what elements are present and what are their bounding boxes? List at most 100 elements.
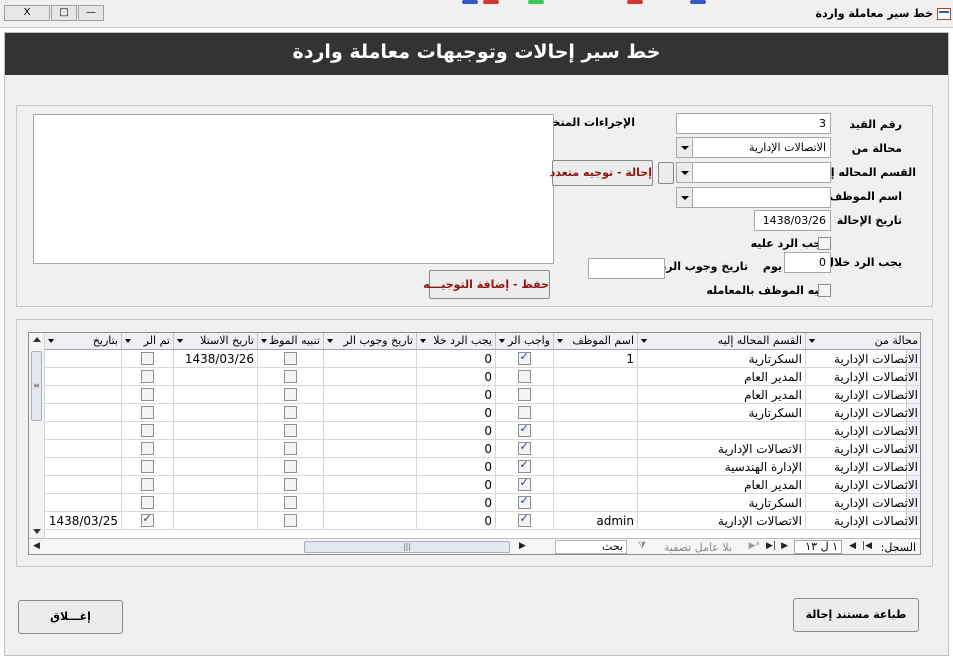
cell-due-date[interactable] [324, 404, 417, 422]
cell-received-date[interactable]: 1438/03/26 [174, 350, 258, 368]
cell-from[interactable]: الاتصالات الإدارية [806, 422, 920, 440]
column-header-received-date[interactable]: تاريخ الاستلا [174, 333, 258, 350]
cell-from[interactable]: الاتصالات الإدارية [806, 476, 920, 494]
referred-to-dept-combo[interactable] [676, 162, 831, 183]
first-record-icon[interactable]: |◀ [862, 541, 872, 551]
window-minimize-button[interactable]: — [78, 5, 104, 21]
cell-from[interactable]: الاتصالات الإدارية [806, 440, 920, 458]
cell-from[interactable]: الاتصالات الإدارية [806, 458, 920, 476]
cell-reply-within[interactable]: 0 [417, 422, 496, 440]
cell-reply-within[interactable]: 0 [417, 476, 496, 494]
must-reply-checkbox[interactable] [517, 370, 531, 383]
vertical-scrollbar[interactable]: ≡ [29, 333, 45, 538]
sort-chevron-icon[interactable] [261, 339, 267, 343]
next-record-icon[interactable]: ▶ [781, 541, 788, 551]
search-field[interactable]: بحث [555, 540, 627, 554]
cell-reply-within[interactable]: 0 [417, 386, 496, 404]
cell-received-date[interactable] [174, 494, 258, 512]
reply-within-field[interactable]: 0 [784, 252, 831, 273]
cell-on-date[interactable]: 1438/03/25 [45, 512, 122, 530]
cell-reply-within[interactable]: 0 [417, 440, 496, 458]
column-header-reply-within[interactable]: يجب الرد خلا [417, 333, 496, 350]
cell-due-date[interactable] [324, 476, 417, 494]
window-close-button[interactable]: X [4, 5, 50, 21]
column-header-employee[interactable]: اسم الموظف [554, 333, 638, 350]
cell-dept[interactable]: السكرتارية [638, 494, 806, 512]
window-maximize-button[interactable]: □ [51, 5, 77, 21]
done-checkbox[interactable] [140, 424, 154, 437]
cell-on-date[interactable] [45, 422, 122, 440]
cell-due-date[interactable] [324, 440, 417, 458]
cell-from[interactable]: الاتصالات الإدارية [806, 404, 920, 422]
done-checkbox[interactable] [140, 512, 154, 527]
scroll-thumb[interactable]: ≡ [31, 351, 42, 421]
cell-from[interactable]: الاتصالات الإدارية [806, 350, 920, 368]
column-header-due-date[interactable]: تاريخ وجوب الر [324, 333, 417, 350]
chevron-down-icon[interactable] [677, 163, 693, 182]
notify-checkbox[interactable] [283, 388, 297, 401]
cell-received-date[interactable] [174, 476, 258, 494]
cell-employee[interactable] [554, 422, 638, 440]
employee-name-combo[interactable] [676, 187, 831, 208]
cell-due-date[interactable] [324, 386, 417, 404]
scroll-left-icon[interactable]: ◀ [33, 541, 40, 551]
close-button[interactable]: إغـــلاق [18, 600, 123, 634]
multi-referral-button[interactable]: إحالة - توجيه متعدد [550, 160, 653, 186]
cell-employee[interactable]: admin [554, 512, 638, 530]
must-reply-checkbox[interactable] [517, 512, 531, 527]
column-header-from[interactable]: محالة من [806, 333, 920, 350]
done-checkbox[interactable] [140, 406, 154, 419]
referrals-grid[interactable]: محالة من القسم المحاله إليه اسم الموظف واجب… [28, 332, 921, 555]
done-checkbox[interactable] [140, 478, 154, 491]
must-reply-checkbox[interactable] [517, 350, 531, 365]
cell-reply-within[interactable]: 0 [417, 350, 496, 368]
print-referral-document-button[interactable]: طباعة مستند إحالة [793, 598, 919, 632]
notify-employee-checkbox[interactable] [818, 284, 831, 297]
table-row[interactable]: الاتصالات الإداريةالإدارة الهندسية 0 [45, 458, 920, 476]
table-row[interactable]: الاتصالات الإداريةالسكرتارية 0 [45, 494, 920, 512]
must-reply-checkbox[interactable] [517, 494, 531, 509]
notify-checkbox[interactable] [283, 406, 297, 419]
notify-checkbox[interactable] [283, 514, 297, 527]
new-record-icon[interactable]: ▶* [749, 541, 760, 551]
cell-received-date[interactable] [174, 386, 258, 404]
cell-reply-within[interactable]: 0 [417, 512, 496, 530]
table-row[interactable]: الاتصالات الإداريةالاتصالات الإدارية 0 [45, 440, 920, 458]
cell-on-date[interactable] [45, 404, 122, 422]
cell-received-date[interactable] [174, 368, 258, 386]
record-position-field[interactable]: ١ ل ١٣ [794, 540, 842, 554]
save-add-referral-button[interactable]: حفظ - إضافة التوجيـــه [423, 270, 550, 299]
notify-checkbox[interactable] [283, 442, 297, 455]
cell-dept[interactable]: الاتصالات الإدارية [638, 440, 806, 458]
scroll-right-icon[interactable]: ▶ [519, 541, 526, 551]
cell-employee[interactable] [554, 494, 638, 512]
cell-dept[interactable]: المدير العام [638, 386, 806, 404]
previous-record-icon[interactable]: ◀ [849, 541, 856, 551]
cell-reply-within[interactable]: 0 [417, 458, 496, 476]
cell-dept[interactable]: المدير العام [638, 476, 806, 494]
cell-due-date[interactable] [324, 494, 417, 512]
cell-from[interactable]: الاتصالات الإدارية [806, 494, 920, 512]
cell-due-date[interactable] [324, 458, 417, 476]
done-checkbox[interactable] [140, 352, 154, 365]
cell-received-date[interactable] [174, 404, 258, 422]
cell-on-date[interactable] [45, 476, 122, 494]
cell-received-date[interactable] [174, 422, 258, 440]
cell-on-date[interactable] [45, 440, 122, 458]
notify-checkbox[interactable] [283, 424, 297, 437]
sort-chevron-icon[interactable] [420, 339, 426, 343]
must-reply-checkbox[interactable] [517, 476, 531, 491]
referred-from-combo[interactable]: الاتصالات الإدارية [676, 137, 831, 158]
done-checkbox[interactable] [140, 460, 154, 473]
cell-dept[interactable]: السكرتارية [638, 404, 806, 422]
notify-checkbox[interactable] [283, 460, 297, 473]
cell-due-date[interactable] [324, 368, 417, 386]
cell-due-date[interactable] [324, 422, 417, 440]
chevron-down-icon[interactable] [677, 188, 693, 207]
notify-checkbox[interactable] [283, 370, 297, 383]
cell-employee[interactable]: 1 [554, 350, 638, 368]
sort-chevron-icon[interactable] [125, 339, 131, 343]
reply-due-date-field[interactable] [588, 258, 665, 279]
multi-referral-toggle[interactable] [658, 162, 674, 184]
record-no-field[interactable]: 3 [676, 113, 831, 134]
